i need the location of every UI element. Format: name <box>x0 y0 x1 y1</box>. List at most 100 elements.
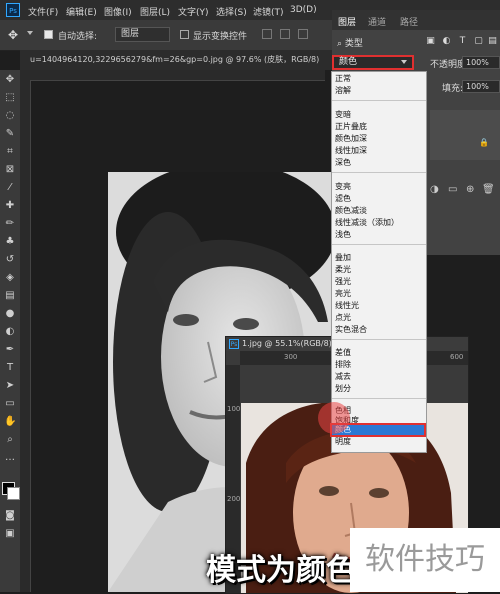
second-document-title: 1.jpg @ 55.1%(RGB/8) <box>242 339 332 348</box>
menu-divider <box>332 100 426 101</box>
blend-mode-dropdown[interactable]: 正常 溶解 变暗 正片叠底 颜色加深 线性加深 深色 变亮 滤色 颜色减淡 线性… <box>318 71 427 453</box>
more-tools-icon[interactable]: … <box>4 452 16 464</box>
quick-select-icon[interactable]: ✎ <box>4 128 16 140</box>
zoom-icon[interactable]: ⌕ <box>4 434 16 446</box>
frame-icon[interactable]: ⊠ <box>4 164 16 176</box>
show-transform-checkbox[interactable] <box>180 30 189 39</box>
menu-divider <box>332 244 426 245</box>
eraser-icon[interactable]: ◈ <box>4 272 16 284</box>
layer-kind-label: 类型 <box>344 39 363 49</box>
background-color-swatch[interactable] <box>7 487 20 500</box>
blend-mode-select[interactable]: 颜色 <box>332 55 414 70</box>
move-tool-icon[interactable]: ✥ <box>8 28 18 42</box>
smart-object-filter-icon[interactable]: ▤ <box>488 37 497 46</box>
menu-file[interactable]: 文件(F) <box>28 5 58 18</box>
marquee-icon[interactable]: ⬚ <box>4 92 16 104</box>
pixel-filter-icon[interactable]: ▣ <box>426 37 435 46</box>
path-select-icon[interactable]: ➤ <box>4 380 16 392</box>
blend-option[interactable]: 变亮 <box>335 181 351 193</box>
screen-mode-icon[interactable]: ▣ <box>4 528 16 540</box>
blend-option[interactable]: 溶解 <box>335 85 351 97</box>
blend-option[interactable]: 浅色 <box>335 229 351 241</box>
menu-type[interactable]: 文字(Y) <box>178 5 209 18</box>
blend-option[interactable]: 线性光 <box>335 300 359 312</box>
menu-edit[interactable]: 编辑(E) <box>66 5 97 18</box>
brush-icon[interactable]: ✏ <box>4 218 16 230</box>
dodge-icon[interactable]: ◐ <box>4 326 16 338</box>
gradient-icon[interactable]: ▤ <box>4 290 16 302</box>
tab-paths[interactable]: 路径 <box>400 15 418 28</box>
document-tab[interactable]: u=1404964120,3229656279&fm=26&gp=0.jpg @… <box>20 50 335 70</box>
align-top-icon[interactable] <box>262 29 272 39</box>
adjustment-layer-icon[interactable]: ◑ <box>430 184 439 195</box>
blend-option[interactable]: 变暗 <box>335 109 351 121</box>
menu-layer[interactable]: 图层(L) <box>140 5 170 18</box>
menu-3d[interactable]: 3D(D) <box>290 5 317 15</box>
tab-layers[interactable]: 图层 <box>338 15 356 28</box>
blend-option[interactable]: 颜色加深 <box>335 133 367 145</box>
layer-filter-row: ⌕ 类型 ▣ ◐ T ▢ ▤ <box>332 32 500 50</box>
quick-mask-icon[interactable]: ◙ <box>4 510 16 522</box>
type-filter-icon[interactable]: T <box>458 37 467 46</box>
eyedropper-icon[interactable]: ⁄ <box>4 182 16 194</box>
chevron-down-icon <box>401 60 407 64</box>
menu-image[interactable]: 图像(I) <box>104 5 132 18</box>
menu-filter[interactable]: 滤镜(T) <box>253 5 284 18</box>
chevron-down-icon[interactable] <box>27 31 33 35</box>
blend-option[interactable]: 差值 <box>335 347 351 359</box>
history-brush-icon[interactable]: ↺ <box>4 254 16 266</box>
watermark: 软件技巧 <box>350 528 500 592</box>
blend-option[interactable]: 线性减淡（添加） <box>335 217 399 229</box>
adjustment-filter-icon[interactable]: ◐ <box>442 37 451 46</box>
align-bottom-icon[interactable] <box>298 29 308 39</box>
blend-option[interactable]: 点光 <box>335 312 351 324</box>
blend-option[interactable]: 滤色 <box>335 193 351 205</box>
crop-icon[interactable]: ⌗ <box>4 146 16 158</box>
blend-option[interactable]: 柔光 <box>335 264 351 276</box>
photoshop-logo: Ps <box>6 3 20 17</box>
rectangle-icon[interactable]: ▭ <box>4 398 16 410</box>
opacity-input[interactable]: 100% <box>462 56 500 69</box>
layer-kind-filter[interactable]: ⌕ 类型 <box>337 36 363 49</box>
blend-option[interactable]: 减去 <box>335 371 351 383</box>
blend-option[interactable]: 线性加深 <box>335 145 367 157</box>
type-icon[interactable]: T <box>4 362 16 374</box>
auto-select-dropdown[interactable]: 图层 <box>115 27 170 42</box>
move-icon[interactable]: ✥ <box>4 74 16 86</box>
blend-option[interactable]: 排除 <box>335 359 351 371</box>
fill-input[interactable]: 100% <box>462 80 500 93</box>
ruler-tick-label: 100 <box>227 405 241 413</box>
video-caption: 模式为颜色 <box>206 553 356 588</box>
stamp-icon[interactable]: ♣ <box>4 236 16 248</box>
blend-option[interactable]: 正常 <box>335 73 351 85</box>
folder-icon[interactable]: ▭ <box>448 184 457 195</box>
blend-option[interactable]: 亮光 <box>335 288 351 300</box>
hand-icon[interactable]: ✋ <box>4 416 16 428</box>
auto-select-checkbox[interactable] <box>44 30 53 39</box>
align-middle-icon[interactable] <box>280 29 290 39</box>
new-layer-icon[interactable]: ⊕ <box>466 184 474 195</box>
ruler-vertical <box>20 80 31 592</box>
lasso-icon[interactable]: ◌ <box>4 110 16 122</box>
blend-option[interactable]: 实色混合 <box>335 324 367 336</box>
blend-option[interactable]: 明度 <box>335 436 351 448</box>
panel-tab-bar: 图层 通道 路径 <box>332 10 500 30</box>
trash-icon[interactable]: 🗑 <box>482 184 495 195</box>
blend-option[interactable]: 划分 <box>335 383 351 395</box>
ruler-horizontal <box>20 70 325 81</box>
blend-option[interactable]: 强光 <box>335 276 351 288</box>
layer-actions: ◑ ▭ ⊕ 🗑 <box>422 184 500 200</box>
healing-icon[interactable]: ✚ <box>4 200 16 212</box>
cursor-highlight <box>318 402 350 434</box>
menu-select[interactable]: 选择(S) <box>216 5 247 18</box>
blend-option[interactable]: 颜色减淡 <box>335 205 367 217</box>
pen-icon[interactable]: ✒ <box>4 344 16 356</box>
blur-icon[interactable]: ● <box>4 308 16 320</box>
blend-option[interactable]: 深色 <box>335 157 351 169</box>
tab-channels[interactable]: 通道 <box>368 15 386 28</box>
layer-row[interactable] <box>430 110 500 160</box>
shape-filter-icon[interactable]: ▢ <box>474 37 483 46</box>
blend-option[interactable]: 叠加 <box>335 252 351 264</box>
tool-bar: ✥ ⬚ ◌ ✎ ⌗ ⊠ ⁄ ✚ ✏ ♣ ↺ ◈ ▤ ● ◐ ✒ T ➤ ▭ ✋ … <box>0 70 20 592</box>
blend-option[interactable]: 正片叠底 <box>335 121 367 133</box>
